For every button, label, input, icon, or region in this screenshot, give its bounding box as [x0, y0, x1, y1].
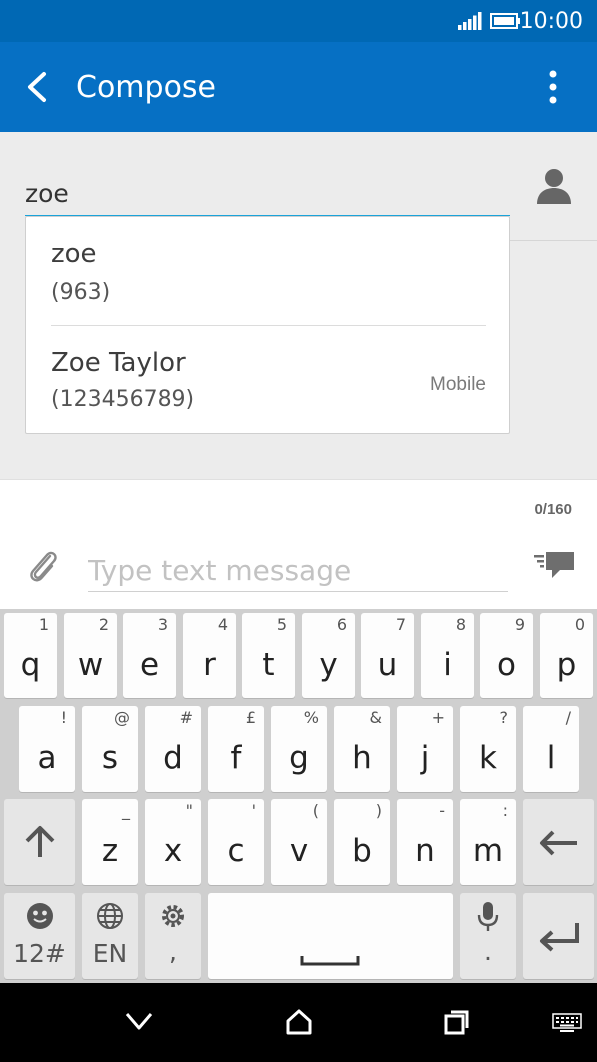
key-f[interactable]: £ f — [208, 706, 264, 792]
suggestion-number: (123456789) — [51, 387, 195, 412]
message-input[interactable] — [88, 550, 508, 592]
key-k[interactable]: ? k — [460, 706, 516, 792]
key-e[interactable]: 3e — [123, 613, 176, 698]
backspace-key[interactable] — [523, 799, 594, 885]
key-w[interactable]: 2w — [64, 613, 117, 698]
space-key[interactable] — [208, 893, 453, 979]
key-v[interactable]: (v — [271, 799, 327, 885]
suggestion-name: zoe — [51, 239, 97, 269]
message-composer: 0/160 — [0, 479, 597, 609]
key-d[interactable]: # d — [145, 706, 201, 792]
key-c[interactable]: ' c — [208, 799, 264, 885]
paperclip-icon[interactable] — [26, 548, 60, 584]
key-p[interactable]: 0p — [540, 613, 593, 698]
key-l[interactable]: / l — [523, 706, 579, 792]
key-i[interactable]: 8i — [421, 613, 474, 698]
send-message-icon[interactable] — [532, 550, 576, 582]
key-o[interactable]: 9o — [480, 613, 533, 698]
backspace-arrow-icon — [540, 830, 577, 856]
soft-keyboard: 1q 2w 3e 4r 5t 6y 7u 8i 9o 0p ! a @ s # d £… — [0, 609, 597, 983]
symbols-key[interactable]: 12# — [4, 893, 75, 979]
contact-suggestions: zoe (963) Zoe Taylor (123456789) Mobile — [25, 216, 510, 434]
key-r[interactable]: 4r — [183, 613, 236, 698]
gear-icon — [162, 905, 184, 927]
back-arrow-icon[interactable] — [18, 66, 54, 108]
recipient-input[interactable] — [25, 172, 510, 216]
language-key[interactable]: EN — [82, 893, 138, 979]
signal-icon — [458, 12, 482, 30]
key-j[interactable]: + j — [397, 706, 453, 792]
enter-icon — [540, 923, 579, 952]
comma-label: , — [169, 937, 177, 966]
page-title: Compose — [76, 70, 217, 105]
symbols-label: 12# — [13, 939, 66, 968]
battery-icon — [490, 13, 520, 29]
overflow-menu-icon[interactable] — [538, 68, 568, 108]
language-label: EN — [92, 939, 128, 968]
period-label: . — [484, 937, 492, 966]
key-a[interactable]: ! a — [19, 706, 75, 792]
settings-comma-key[interactable]: , — [145, 893, 201, 979]
status-bar: 10:00 — [0, 0, 597, 42]
suggestion-item[interactable]: zoe (963) — [26, 217, 511, 326]
contact-person-icon[interactable] — [534, 166, 574, 206]
key-q[interactable]: 1q — [4, 613, 57, 698]
key-h[interactable]: & h — [334, 706, 390, 792]
key-m[interactable]: :m — [460, 799, 516, 885]
hide-keyboard-icon[interactable] — [552, 1013, 582, 1033]
recent-apps-icon[interactable] — [443, 1009, 471, 1035]
character-counter: 0/160 — [534, 501, 572, 518]
key-u[interactable]: 7u — [361, 613, 414, 698]
divider — [510, 240, 597, 241]
emoji-icon — [27, 903, 53, 929]
back-chevron-icon[interactable] — [124, 1011, 154, 1031]
key-z[interactable]: _ z — [82, 799, 138, 885]
space-bar-icon — [300, 956, 360, 966]
navigation-bar — [0, 983, 597, 1062]
microphone-icon — [477, 902, 499, 931]
suggestion-type: Mobile — [430, 374, 486, 395]
key-g[interactable]: % g — [271, 706, 327, 792]
home-icon[interactable] — [285, 1009, 313, 1035]
suggestion-name: Zoe Taylor — [51, 348, 186, 378]
suggestion-number: (963) — [51, 280, 111, 305]
key-t[interactable]: 5t — [242, 613, 295, 698]
key-s[interactable]: @ s — [82, 706, 138, 792]
enter-key[interactable] — [523, 893, 594, 979]
suggestion-item[interactable]: Zoe Taylor (123456789) Mobile — [26, 326, 511, 434]
key-x[interactable]: " x — [145, 799, 201, 885]
key-n[interactable]: -n — [397, 799, 453, 885]
voice-period-key[interactable]: . — [460, 893, 516, 979]
globe-icon — [97, 903, 123, 929]
key-y[interactable]: 6y — [302, 613, 355, 698]
shift-arrow-icon — [25, 826, 55, 857]
app-bar: Compose — [0, 42, 597, 132]
key-b[interactable]: ) b — [334, 799, 390, 885]
shift-key[interactable] — [4, 799, 75, 885]
compose-screen: 10:00 Compose zoe (963) Zoe Taylor (12 — [0, 0, 597, 1062]
status-time: 10:00 — [519, 9, 583, 34]
